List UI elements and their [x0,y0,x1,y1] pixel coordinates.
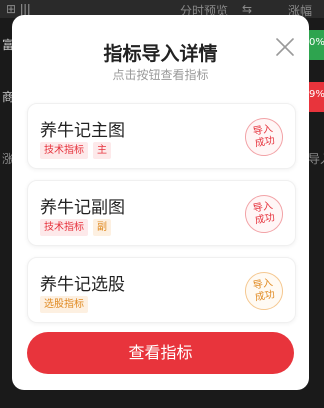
stamp-line-2: 成功 [254,289,276,304]
swap-icon: ⇆ [242,2,253,16]
background-fragment-5: 9% [309,89,324,100]
view-indicators-button[interactable]: 查看指标 [27,332,294,374]
dialog-subtitle: 点击按钮查看指标 [112,68,209,82]
tag-sub: 副 [93,219,111,236]
indicator-card-sub[interactable]: 养牛记副图 技术指标 副 导入 成功 [27,180,296,246]
import-success-stamp: 导入 成功 [241,268,287,314]
import-details-dialog: 指标导入详情 点击按钮查看指标 养牛记主图 技术指标 主 导入 成功 养牛记副图 [12,15,309,390]
close-icon[interactable] [273,35,297,59]
tag-main: 主 [93,142,111,159]
dialog-title: 指标导入详情 [103,43,218,65]
screen: ⊞ ǀǀǀ 分时预览 ⇆ 涨幅 富 商 涨 0% 9% 导入 指标导入详情 点击… [0,0,324,408]
background-fragment-4: 0% [309,37,324,48]
grid-icon: ⊞ ǀǀǀ [6,2,31,16]
indicator-name: 养牛记主图 [40,121,125,141]
stamp-line-2: 成功 [254,212,276,227]
indicator-name: 养牛记副图 [40,198,125,218]
tag-screener: 选股指标 [40,296,88,313]
indicator-tags: 技术指标 主 [40,142,111,159]
indicator-card-screener[interactable]: 养牛记选股 选股指标 导入 成功 [27,257,296,323]
import-success-stamp: 导入 成功 [241,191,287,237]
indicator-tags: 技术指标 副 [40,219,111,236]
import-success-stamp: 导入 成功 [241,114,287,160]
tag-technical: 技术指标 [40,219,88,236]
background-fragment-6: 导入 [308,152,324,166]
stamp-line-2: 成功 [254,135,276,150]
indicator-name: 养牛记选股 [40,275,125,295]
indicator-card-main[interactable]: 养牛记主图 技术指标 主 导入 成功 [27,103,296,169]
indicator-tags: 选股指标 [40,296,88,313]
tag-technical: 技术指标 [40,142,88,159]
